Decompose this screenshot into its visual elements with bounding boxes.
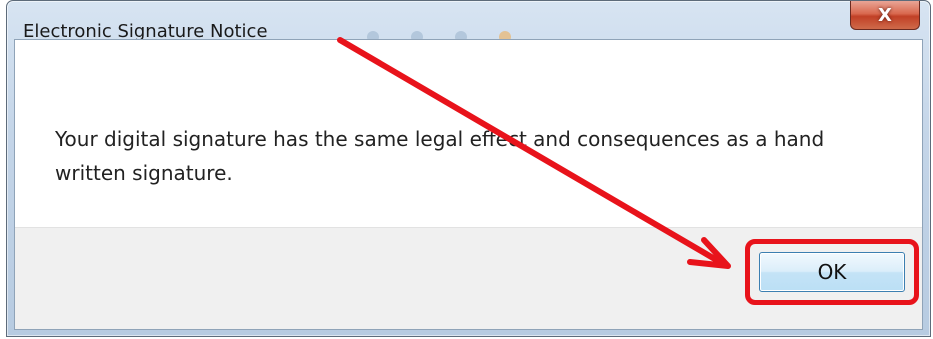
dialog-body: Your digital signature has the same lega…	[14, 39, 923, 330]
ok-button[interactable]: OK	[759, 252, 905, 292]
ok-button-label: OK	[817, 260, 847, 284]
notice-message: Your digital signature has the same lega…	[55, 127, 825, 185]
close-icon: X	[878, 4, 892, 26]
dialog-window: Electronic Signature Notice X Your digit…	[6, 0, 931, 337]
dialog-footer: OK	[15, 227, 922, 329]
title-bar[interactable]: Electronic Signature Notice X	[7, 1, 930, 43]
close-button[interactable]: X	[850, 1, 920, 30]
ok-button-highlight: OK	[745, 239, 919, 305]
